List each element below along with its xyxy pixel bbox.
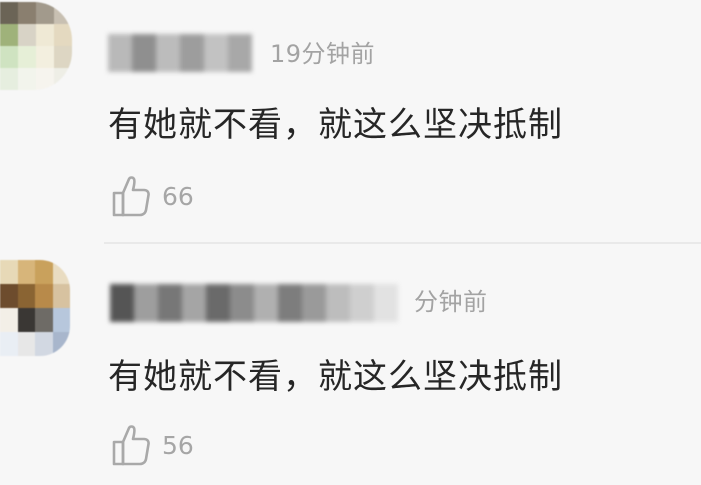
avatar-pixel [52,284,70,308]
comment-item: 分钟前 有她就不看，就这么坚决抵制 56 [0,246,701,485]
comment-time: 19分钟前 [270,40,376,68]
username-pixel [350,284,374,322]
username-pixel [228,34,252,72]
like-button[interactable]: 56 [110,423,194,467]
avatar-pixel [17,260,35,284]
avatar[interactable] [0,260,70,356]
avatar-pixel [0,2,18,24]
thumbs-up-icon [112,176,150,217]
avatar-pixel [0,68,18,90]
username-pixel [110,284,134,322]
username-pixel [326,284,350,322]
username-pixel [180,34,204,72]
username-pixel [302,284,326,322]
username-pixel [278,284,302,322]
avatar-pixel [54,46,72,68]
avatar-pixel [35,308,53,332]
comment-text: 有她就不看，就这么坚决抵制 [108,105,563,145]
avatar-pixel [17,332,35,356]
username-pixel [254,284,278,322]
avatar-pixel [0,260,18,284]
avatar-pixel [52,308,70,332]
like-button[interactable]: 66 [110,174,194,218]
username-blurred[interactable] [110,284,398,322]
comment-item: 19分钟前 有她就不看，就这么坚决抵制 66 [0,0,701,244]
avatar-pixel [0,284,18,308]
avatar-pixel [36,2,54,24]
avatar-pixel [36,68,54,90]
avatar-pixel [0,24,18,46]
avatar-pixel [18,2,36,24]
username-pixel [204,34,228,72]
comment-text: 有她就不看，就这么坚决抵制 [108,357,563,397]
like-count: 56 [162,430,194,460]
avatar-pixel [36,24,54,46]
avatar-pixel [52,260,70,284]
username-pixel [134,284,158,322]
avatar-pixel [35,260,53,284]
username-pixel [132,34,156,72]
avatar-pixel [54,2,72,24]
avatar-pixel [52,332,70,356]
username-pixel [158,284,182,322]
divider [104,242,701,244]
avatar-pixel [36,46,54,68]
avatar-pixel [54,24,72,46]
avatar-pixel [17,308,35,332]
avatar[interactable] [0,2,72,90]
username-pixel [206,284,230,322]
avatar-pixel [35,332,53,356]
avatar-pixel [18,68,36,90]
comment-time: 分钟前 [414,288,488,316]
username-blurred[interactable] [108,34,252,72]
username-pixel [182,284,206,322]
like-count: 66 [162,181,194,211]
avatar-pixel [35,284,53,308]
avatar-pixel [0,308,18,332]
avatar-pixel [54,68,72,90]
username-pixel [156,34,180,72]
avatar-pixel [18,24,36,46]
username-pixel [374,284,398,322]
username-pixel [108,34,132,72]
avatar-pixel [18,46,36,68]
thumbs-up-icon [112,425,150,466]
username-pixel [230,284,254,322]
avatar-pixel [0,332,18,356]
avatar-pixel [0,46,18,68]
avatar-pixel [17,284,35,308]
